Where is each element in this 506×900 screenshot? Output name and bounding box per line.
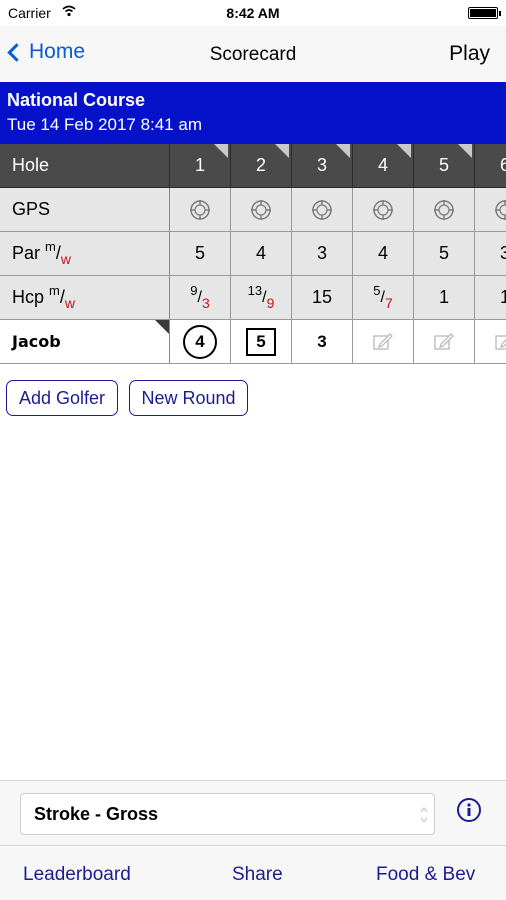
- score-cell[interactable]: 3: [292, 320, 353, 363]
- gps-cell[interactable]: [475, 188, 506, 231]
- course-name: National Course: [7, 90, 146, 110]
- battery-icon: [468, 7, 501, 19]
- gps-cell[interactable]: [353, 188, 414, 231]
- gps-cell[interactable]: [231, 188, 292, 231]
- score-cell[interactable]: [353, 320, 414, 363]
- hole-cell[interactable]: 5: [414, 144, 475, 187]
- hole-number: 6: [499, 155, 506, 175]
- course-header: National Course Tue 14 Feb 2017 8:41 am: [0, 82, 506, 144]
- golfer-name-cell[interactable]: Jacob: [0, 320, 170, 363]
- par-cell: 3: [475, 232, 506, 275]
- hole-cell[interactable]: 2: [231, 144, 292, 187]
- hcp-women: 7: [384, 294, 393, 311]
- corner-marker-icon: [155, 320, 169, 334]
- corner-marker-icon: [458, 144, 472, 158]
- scoring-format-select[interactable]: Stroke - Gross: [20, 793, 435, 835]
- info-icon[interactable]: [456, 797, 482, 823]
- hcp-cell: 1: [475, 276, 506, 319]
- par-label: Par m / w: [0, 232, 170, 275]
- chevron-updown-icon: [420, 807, 428, 823]
- score-over-par: 5: [246, 327, 276, 356]
- men-marker: m: [49, 283, 60, 298]
- hcp-label-text: Hcp: [12, 287, 45, 307]
- bottom-tab-bar: Leaderboard Share Food & Bev: [0, 845, 506, 900]
- add-golfer-button[interactable]: Add Golfer: [6, 380, 118, 416]
- tab-leaderboard[interactable]: Leaderboard: [23, 864, 131, 886]
- hcp-men: 13: [247, 283, 263, 298]
- hole-cell[interactable]: 6: [475, 144, 506, 187]
- hcp-cell: 15: [292, 276, 353, 319]
- crosshair-icon: [312, 199, 332, 220]
- men-marker: m: [45, 239, 56, 254]
- hcp-cell: 5/7: [353, 276, 414, 319]
- score-under-par: 4: [183, 324, 217, 359]
- hcp-label: Hcp m / w: [0, 276, 170, 319]
- tab-food-bev[interactable]: Food & Bev: [376, 864, 475, 886]
- par-cell: 4: [353, 232, 414, 275]
- gps-cell[interactable]: [414, 188, 475, 231]
- score-cell[interactable]: [475, 320, 506, 363]
- action-buttons: Add Golfer New Round: [0, 380, 506, 418]
- score-par: 3: [317, 331, 327, 351]
- score-cell[interactable]: 4: [170, 320, 231, 363]
- golfer-name: Jacob: [12, 332, 61, 351]
- new-round-button[interactable]: New Round: [129, 380, 248, 416]
- bottom-panel: Stroke - Gross Leaderboard Share Food & …: [0, 780, 506, 900]
- edit-icon: [434, 332, 454, 350]
- gps-label: GPS: [0, 188, 170, 231]
- par-cell: 5: [170, 232, 231, 275]
- navigation-bar: Home Scorecard Play: [0, 26, 506, 82]
- score-cell[interactable]: [414, 320, 475, 363]
- crosshair-icon: [251, 199, 271, 220]
- hole-number: 2: [255, 155, 266, 175]
- hcp-cell: 13/9: [231, 276, 292, 319]
- hole-cell[interactable]: 3: [292, 144, 353, 187]
- gps-cell[interactable]: [292, 188, 353, 231]
- status-time: 8:42 AM: [226, 5, 280, 21]
- scorecard-grid: Hole 1 2 3 4 5 6 GPS Par m / w 5 4 3 4 5 3…: [0, 144, 506, 364]
- hole-cell[interactable]: 1: [170, 144, 231, 187]
- edit-icon: [495, 334, 506, 350]
- corner-marker-icon: [397, 144, 411, 158]
- hole-row: Hole 1 2 3 4 5 6: [0, 144, 506, 188]
- hcp-men: 5: [373, 283, 381, 298]
- hole-number: 1: [194, 155, 205, 175]
- hcp-women: 3: [201, 294, 210, 311]
- hcp-row: Hcp m / w 9/3 13/9 15 5/7 1 1: [0, 276, 506, 320]
- hole-number: 5: [438, 155, 449, 175]
- hcp-men: 9: [190, 283, 198, 298]
- corner-marker-icon: [214, 144, 228, 158]
- corner-marker-icon: [336, 144, 350, 158]
- hcp-women: 9: [266, 294, 275, 311]
- status-bar: Carrier 8:42 AM: [0, 0, 506, 26]
- crosshair-icon: [434, 199, 454, 220]
- scoring-format-value: Stroke - Gross: [34, 803, 159, 824]
- crosshair-icon: [373, 199, 393, 220]
- women-marker: w: [60, 250, 72, 267]
- edit-icon: [373, 332, 393, 350]
- hole-number: 3: [316, 155, 327, 175]
- play-button[interactable]: Play: [449, 42, 490, 66]
- gps-cell[interactable]: [170, 188, 231, 231]
- hcp-cell: 1: [414, 276, 475, 319]
- crosshair-icon: [495, 199, 506, 220]
- page-title: Scorecard: [209, 44, 297, 65]
- par-label-text: Par: [12, 243, 41, 263]
- par-row: Par m / w 5 4 3 4 5 3: [0, 232, 506, 276]
- hole-cell[interactable]: 4: [353, 144, 414, 187]
- crosshair-icon: [190, 199, 210, 220]
- hcp-cell: 9/3: [170, 276, 231, 319]
- gps-row: GPS: [0, 188, 506, 232]
- golfer-row: Jacob 4 5 3: [0, 320, 506, 364]
- hole-label: Hole: [0, 144, 170, 187]
- par-cell: 3: [292, 232, 353, 275]
- par-cell: 4: [231, 232, 292, 275]
- hole-number: 4: [377, 155, 388, 175]
- par-cell: 5: [414, 232, 475, 275]
- corner-marker-icon: [275, 144, 289, 158]
- round-datetime: Tue 14 Feb 2017 8:41 am: [7, 115, 203, 134]
- women-marker: w: [64, 294, 76, 311]
- score-cell[interactable]: 5: [231, 320, 292, 363]
- tab-share[interactable]: Share: [232, 864, 283, 886]
